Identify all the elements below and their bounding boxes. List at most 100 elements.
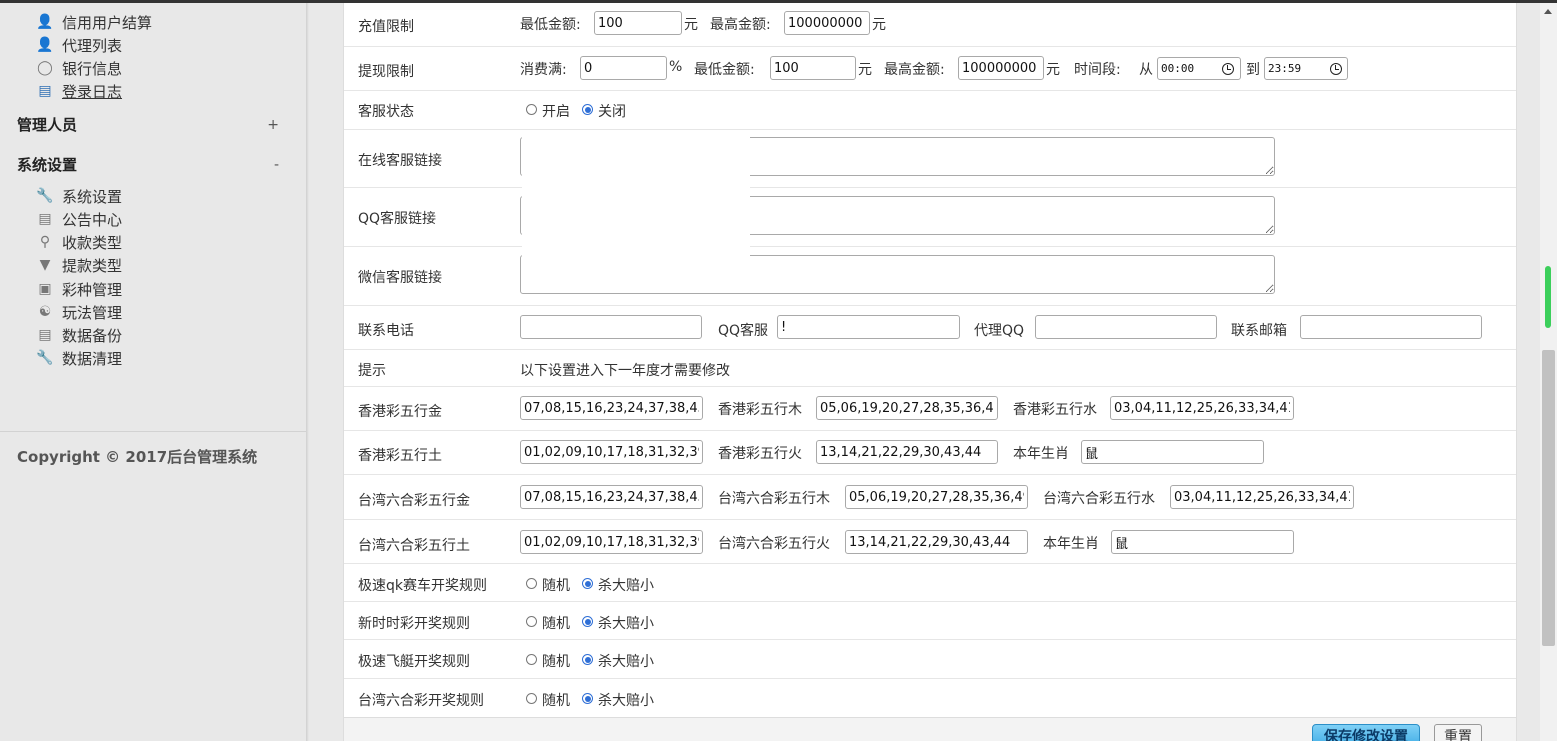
save-settings-button[interactable]: 保存修改设置 [1312, 724, 1420, 741]
hk-water-input[interactable] [1110, 396, 1294, 420]
sidebar-shadow [306, 3, 309, 741]
collapse-icon[interactable]: - [274, 157, 279, 173]
recharge-min-input[interactable] [594, 11, 682, 35]
sidebar-item-system-settings[interactable]: 🔧 系统设置 [36, 185, 122, 207]
consume-input[interactable] [580, 56, 667, 80]
radio-label: 杀大赔小 [598, 654, 654, 670]
phone-input[interactable] [520, 315, 702, 339]
max-amount-label: 最高金额: [884, 62, 945, 78]
row-label: 提现限制 [358, 64, 414, 80]
sidebar-item-lottery-management[interactable]: ▣ 彩种管理 [36, 278, 122, 300]
sidebar-item-credit-settlement[interactable]: 👤 信用用户结算 [36, 11, 152, 33]
sidebar-item-label: 玩法管理 [62, 303, 123, 322]
sidebar-item-label: 数据备份 [62, 326, 123, 345]
random-radio[interactable] [526, 654, 537, 665]
sidebar-item-data-backup[interactable]: ▤ 数据备份 [36, 324, 122, 346]
radio-label: 杀大赔小 [598, 693, 654, 709]
redacted-area [522, 133, 750, 263]
hk-fire-input[interactable] [816, 440, 998, 464]
kill-big-radio[interactable] [582, 654, 593, 665]
reset-button[interactable]: 重置 [1434, 724, 1482, 741]
rule-row-new-ssc: 新时时彩开奖规则 随机 杀大赔小 [344, 601, 1516, 640]
key-icon: ⚲ [39, 234, 51, 250]
scrollbar-thumb[interactable] [1542, 350, 1555, 646]
lottery-icon: ▣ [38, 281, 52, 297]
sidebar-item-data-cleanup[interactable]: 🔧 数据清理 [36, 347, 122, 369]
zodiac-label: 本年生肖 [1043, 536, 1099, 552]
withdraw-min-input[interactable] [770, 56, 856, 80]
unit-label: 元 [872, 17, 886, 33]
copyright-text: Copyright © 2017后台管理系统 [17, 448, 258, 466]
sidebar-item-label: 系统设置 [62, 187, 123, 206]
tw-wood-label: 台湾六合彩五行木 [718, 491, 830, 507]
radio-label: 随机 [542, 616, 570, 632]
row-label: 台湾六合彩开奖规则 [358, 693, 484, 709]
side-indicator [1545, 266, 1551, 328]
kill-big-radio[interactable] [582, 616, 593, 627]
radio-label: 关闭 [598, 104, 626, 120]
zodiac-label: 本年生肖 [1013, 446, 1069, 462]
agent-qq-input[interactable] [1035, 315, 1217, 339]
row-label: 台湾六合彩五行土 [358, 538, 470, 554]
sidebar-item-payment-types[interactable]: ⚲ 收款类型 [36, 231, 122, 253]
tw-wood-input[interactable] [845, 485, 1028, 509]
row-label: 新时时彩开奖规则 [358, 616, 470, 632]
email-label: 联系邮箱 [1231, 323, 1287, 339]
user-icon: 👤 [36, 37, 54, 53]
row-label: 联系电话 [358, 323, 414, 339]
min-amount-label: 最低金额: [520, 17, 581, 33]
row-label: 微信客服链接 [358, 270, 442, 286]
kill-big-radio[interactable] [582, 578, 593, 589]
tw-fire-input[interactable] [845, 530, 1028, 554]
online-service-row: 在线客服链接 [344, 129, 1516, 188]
to-label: 到 [1246, 62, 1260, 78]
max-amount-label: 最高金额: [710, 17, 771, 33]
backup-icon: ▤ [38, 327, 52, 343]
tw-gold-input[interactable] [520, 485, 703, 509]
settings-panel: 充值限制 最低金额: 元 最高金额: 元 提现限制 消费满: % 最低金额: 元… [343, 3, 1517, 741]
sidebar-item-play-management[interactable]: ☯ 玩法管理 [36, 301, 122, 323]
wrench-icon: 🔧 [36, 188, 54, 204]
sidebar-item-agent-list[interactable]: 👤 代理列表 [36, 34, 122, 56]
tw-zodiac-input[interactable] [1111, 530, 1294, 554]
sidebar-item-login-log[interactable]: ▤ 登录日志 [36, 80, 122, 102]
hk-zodiac-input[interactable] [1081, 440, 1264, 464]
row-label: 充值限制 [358, 19, 414, 35]
random-radio[interactable] [526, 616, 537, 627]
clock-icon[interactable] [1222, 63, 1234, 75]
random-radio[interactable] [526, 693, 537, 704]
sidebar-item-bank-info[interactable]: ◯ 银行信息 [36, 57, 122, 79]
sidebar-item-label: 公告中心 [62, 210, 123, 229]
qq-service-input[interactable] [777, 315, 960, 339]
sidebar-section-admins[interactable]: 管理人员 + [17, 114, 279, 135]
wechat-service-row: 微信客服链接 [344, 246, 1516, 306]
scroll-up-icon[interactable] [1544, 9, 1552, 14]
sidebar-item-withdraw-types[interactable]: ▼ 提款类型 [36, 254, 122, 276]
hk-wood-input[interactable] [816, 396, 998, 420]
row-label: 香港彩五行金 [358, 404, 442, 420]
clock-icon[interactable] [1330, 63, 1342, 75]
rule-row-qk-racing: 极速qk赛车开奖规则 随机 杀大赔小 [344, 563, 1516, 602]
hk-gold-input[interactable] [520, 396, 703, 420]
random-radio[interactable] [526, 578, 537, 589]
email-input[interactable] [1300, 315, 1482, 339]
hk-five-elements-row-1: 香港彩五行金 香港彩五行木 香港彩五行水 [344, 386, 1516, 431]
withdraw-icon: ▼ [39, 257, 51, 273]
row-label: 客服状态 [358, 104, 414, 120]
tw-fire-label: 台湾六合彩五行火 [718, 536, 830, 552]
sidebar-item-announcements[interactable]: ▤ 公告中心 [36, 208, 122, 230]
tw-water-input[interactable] [1170, 485, 1354, 509]
withdraw-max-input[interactable] [958, 56, 1044, 80]
sidebar-section-system-settings[interactable]: 系统设置 - [17, 154, 279, 175]
qq-service-label: QQ客服 [718, 323, 769, 339]
section-title: 系统设置 [17, 156, 78, 174]
tw-earth-input[interactable] [520, 530, 703, 554]
kill-big-radio[interactable] [582, 693, 593, 704]
sidebar-item-label: 信用用户结算 [62, 13, 153, 32]
expand-icon[interactable]: + [267, 117, 279, 133]
service-off-radio[interactable] [582, 104, 593, 115]
hk-earth-input[interactable] [520, 440, 703, 464]
hk-water-label: 香港彩五行水 [1013, 402, 1097, 418]
service-on-radio[interactable] [526, 104, 537, 115]
recharge-max-input[interactable] [784, 11, 870, 35]
